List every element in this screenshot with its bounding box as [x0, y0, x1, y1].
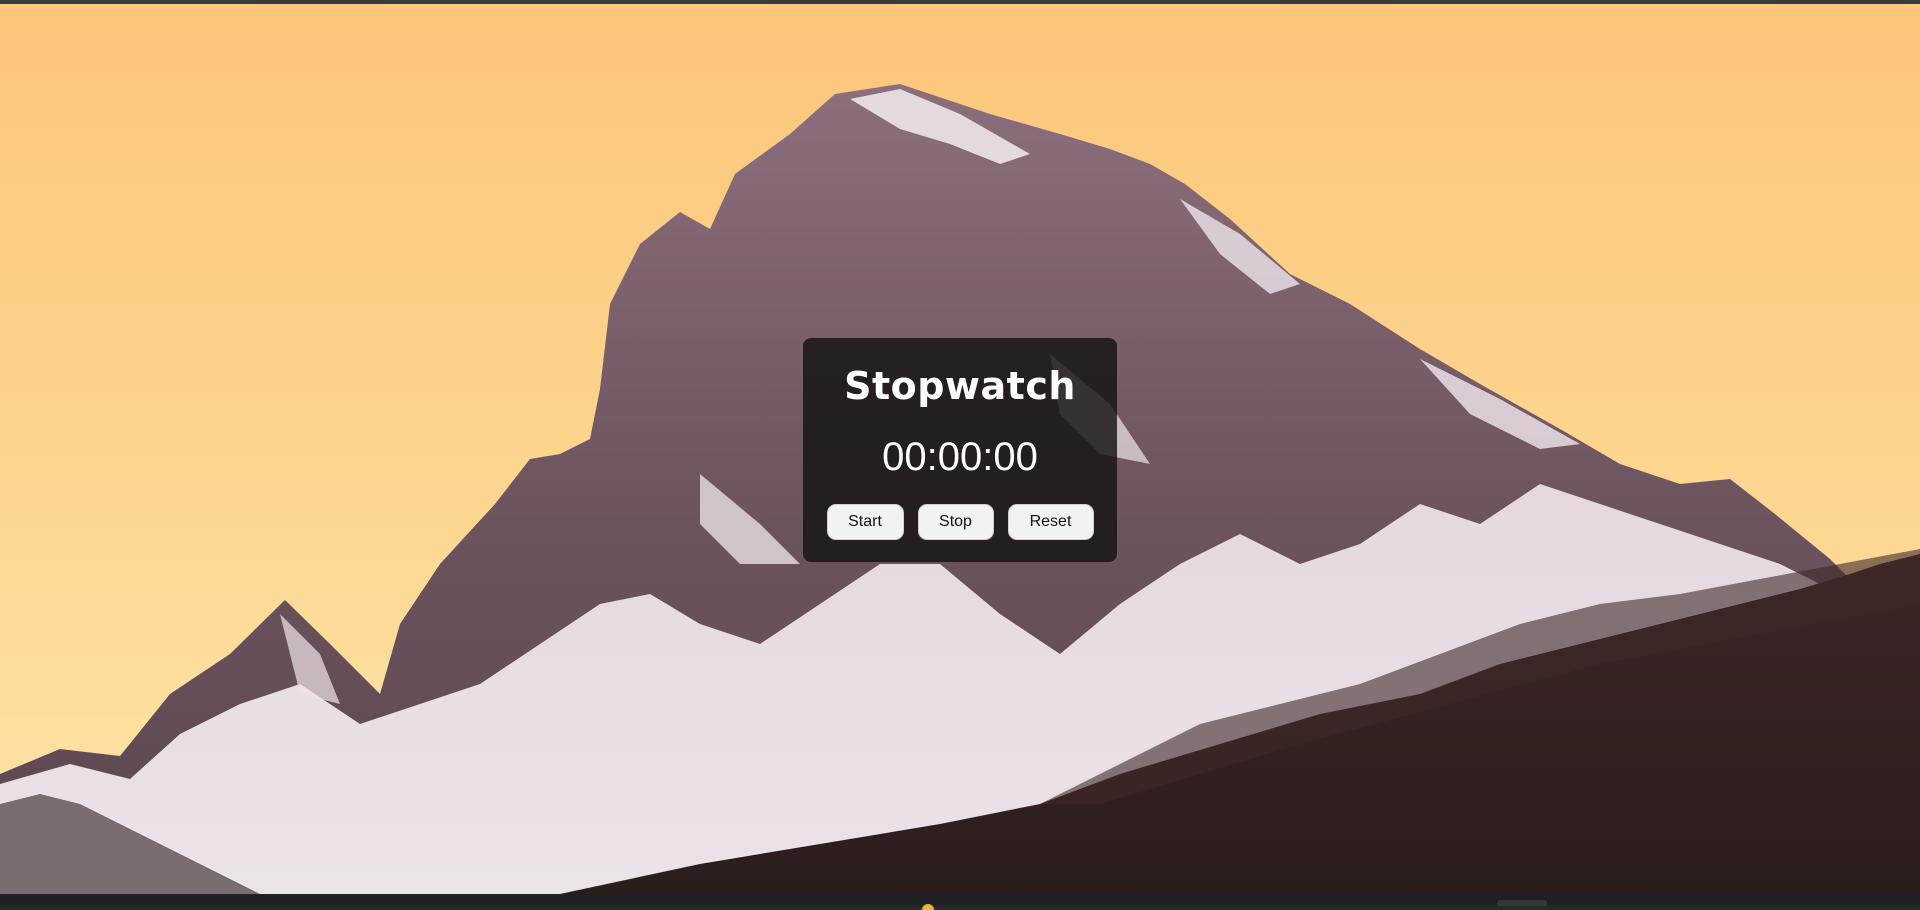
reset-button[interactable]: Reset	[1007, 504, 1094, 540]
taskbar-app-icon[interactable]	[922, 904, 934, 910]
stop-button[interactable]: Stop	[917, 504, 994, 540]
taskbar-window-tab[interactable]	[1497, 900, 1547, 906]
stopwatch-title: Stopwatch	[844, 364, 1076, 408]
start-button[interactable]: Start	[826, 504, 904, 540]
time-display: 00:00:00	[882, 435, 1038, 479]
taskbar	[0, 894, 1920, 906]
stopwatch-panel: Stopwatch 00:00:00 Start Stop Reset	[803, 338, 1117, 562]
control-buttons: Start Stop Reset	[803, 504, 1117, 540]
